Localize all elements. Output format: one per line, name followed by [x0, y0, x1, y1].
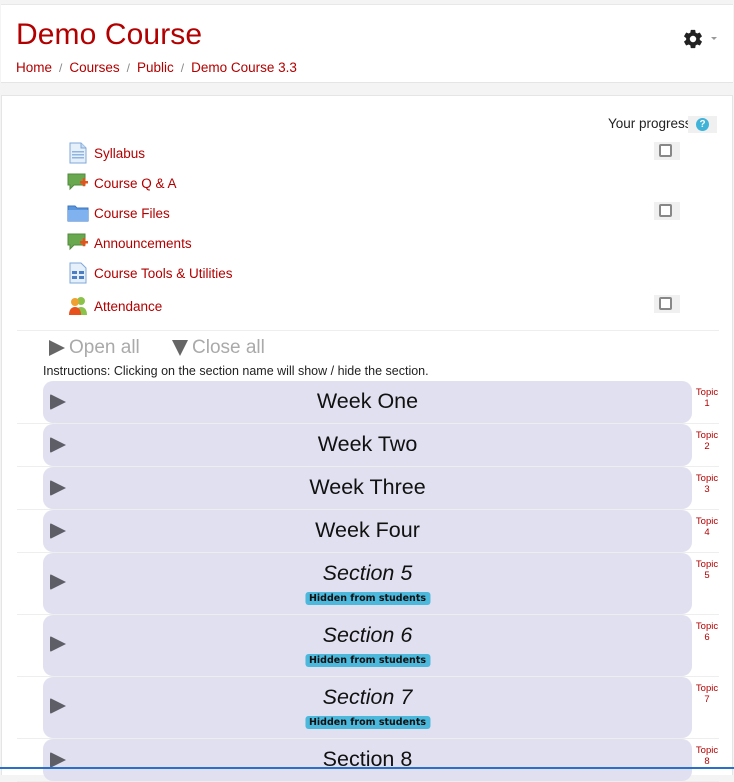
breadcrumb-separator: / [180, 60, 185, 75]
section-toggle[interactable]: Section 6 Hidden from students [43, 615, 692, 676]
topic-link[interactable]: Topic 1 [694, 387, 720, 409]
section-title[interactable]: Section 6 [43, 623, 692, 648]
breadcrumb-public[interactable]: Public [137, 60, 174, 75]
topic-link[interactable]: Topic 5 [694, 559, 720, 581]
activity-link[interactable]: Attendance [94, 299, 162, 314]
section-title[interactable]: Week Three [43, 475, 692, 500]
section-title[interactable]: Week Four [43, 518, 692, 543]
breadcrumb-course[interactable]: Demo Course 3.3 [191, 60, 297, 75]
section-row: Section 5 Hidden from students Topic 5 [17, 553, 719, 615]
completion-checkbox[interactable] [654, 142, 680, 160]
topic-label: Topic [695, 559, 719, 570]
topic-number: 1 [704, 398, 710, 409]
instructions-text: Instructions: Clicking on the section na… [43, 364, 429, 378]
section-row: Section 6 Hidden from students Topic 6 [17, 615, 719, 677]
close-all-button[interactable]: Close all [172, 337, 265, 359]
topic-link[interactable]: Topic 3 [694, 473, 720, 495]
section-title[interactable]: Section 7 [43, 685, 692, 710]
close-all-label: Close all [192, 337, 265, 358]
topic-number: 3 [704, 484, 710, 495]
topic-label: Topic [695, 745, 719, 756]
section-toggle[interactable]: Week Two [43, 424, 692, 466]
topic-link[interactable]: Topic 8 [694, 745, 720, 767]
section-row: Week Four Topic 4 [17, 510, 719, 553]
help-button[interactable]: ? [688, 116, 717, 133]
hidden-badge: Hidden from students [304, 654, 431, 667]
activity-link[interactable]: Syllabus [94, 146, 145, 161]
section-toggle[interactable]: Section 8 [43, 739, 692, 781]
section-title[interactable]: Week One [43, 389, 692, 414]
forum-icon [67, 233, 88, 251]
topic-label: Topic [695, 430, 719, 441]
progress-label: Your progress [608, 116, 692, 131]
course-content: Your progress ? Syllabus Course Q & A Co… [1, 95, 733, 782]
activity-link[interactable]: Course Files [94, 206, 170, 221]
divider [17, 330, 719, 331]
gear-icon[interactable] [682, 28, 704, 50]
section-toggle[interactable]: Week One [43, 381, 692, 423]
section-title[interactable]: Section 5 [43, 561, 692, 586]
activity-attendance[interactable]: Attendance [67, 295, 162, 317]
activity-course-qa[interactable]: Course Q & A [67, 172, 177, 194]
activity-link[interactable]: Announcements [94, 236, 192, 251]
topic-number: 7 [704, 694, 710, 705]
hidden-badge: Hidden from students [304, 716, 431, 729]
forum-icon [67, 173, 88, 191]
book-icon [69, 262, 87, 284]
section-toggle[interactable]: Section 5 Hidden from students [43, 553, 692, 614]
activity-announcements[interactable]: Announcements [67, 232, 192, 254]
section-row: Week Two Topic 2 [17, 424, 719, 467]
caret-down-icon [172, 340, 188, 356]
topic-link[interactable]: Topic 7 [694, 683, 720, 705]
topic-label: Topic [695, 516, 719, 527]
activity-course-files[interactable]: Course Files [67, 202, 170, 224]
topic-number: 6 [704, 632, 710, 643]
topic-number: 4 [704, 527, 710, 538]
section-toggle[interactable]: Week Four [43, 510, 692, 552]
open-all-button[interactable]: Open all [49, 337, 140, 359]
topic-label: Topic [695, 683, 719, 694]
page-icon [69, 142, 87, 164]
caret-right-icon [49, 340, 65, 356]
completion-checkbox[interactable] [654, 295, 680, 313]
breadcrumb-courses[interactable]: Courses [69, 60, 119, 75]
activity-link[interactable]: Course Q & A [94, 176, 177, 191]
section-title[interactable]: Week Two [43, 432, 692, 457]
activity-course-tools[interactable]: Course Tools & Utilities [67, 262, 233, 284]
breadcrumb-home[interactable]: Home [16, 60, 52, 75]
page-header: Demo Course Home / Courses / Public / De… [1, 4, 733, 83]
topic-number: 5 [704, 570, 710, 581]
open-all-label: Open all [69, 337, 140, 358]
section-toggle[interactable]: Section 7 Hidden from students [43, 677, 692, 738]
topic-link[interactable]: Topic 2 [694, 430, 720, 452]
section-row: Week Three Topic 3 [17, 467, 719, 510]
chevron-down-icon[interactable] [711, 37, 717, 40]
topic-label: Topic [695, 621, 719, 632]
topic-label: Topic [695, 473, 719, 484]
completion-checkbox[interactable] [654, 202, 680, 220]
topic-number: 2 [704, 441, 710, 452]
topic-link[interactable]: Topic 6 [694, 621, 720, 643]
section-row: Section 7 Hidden from students Topic 7 [17, 677, 719, 739]
attendance-icon [69, 297, 87, 315]
topic-label: Topic [695, 387, 719, 398]
help-icon: ? [696, 118, 709, 131]
topic-number: 8 [704, 756, 710, 767]
activity-link[interactable]: Course Tools & Utilities [94, 266, 233, 281]
section-row: Section 8 Topic 8 [17, 739, 719, 782]
section-row: Week One Topic 1 [17, 381, 719, 424]
activity-syllabus[interactable]: Syllabus [67, 142, 145, 164]
folder-icon [67, 205, 89, 222]
page-title: Demo Course [16, 18, 203, 51]
section-toggle[interactable]: Week Three [43, 467, 692, 509]
topic-link[interactable]: Topic 4 [694, 516, 720, 538]
breadcrumb-separator: / [59, 60, 63, 75]
hidden-badge: Hidden from students [304, 592, 431, 605]
breadcrumb-separator: / [126, 60, 130, 75]
breadcrumb: Home / Courses / Public / Demo Course 3.… [16, 60, 297, 75]
